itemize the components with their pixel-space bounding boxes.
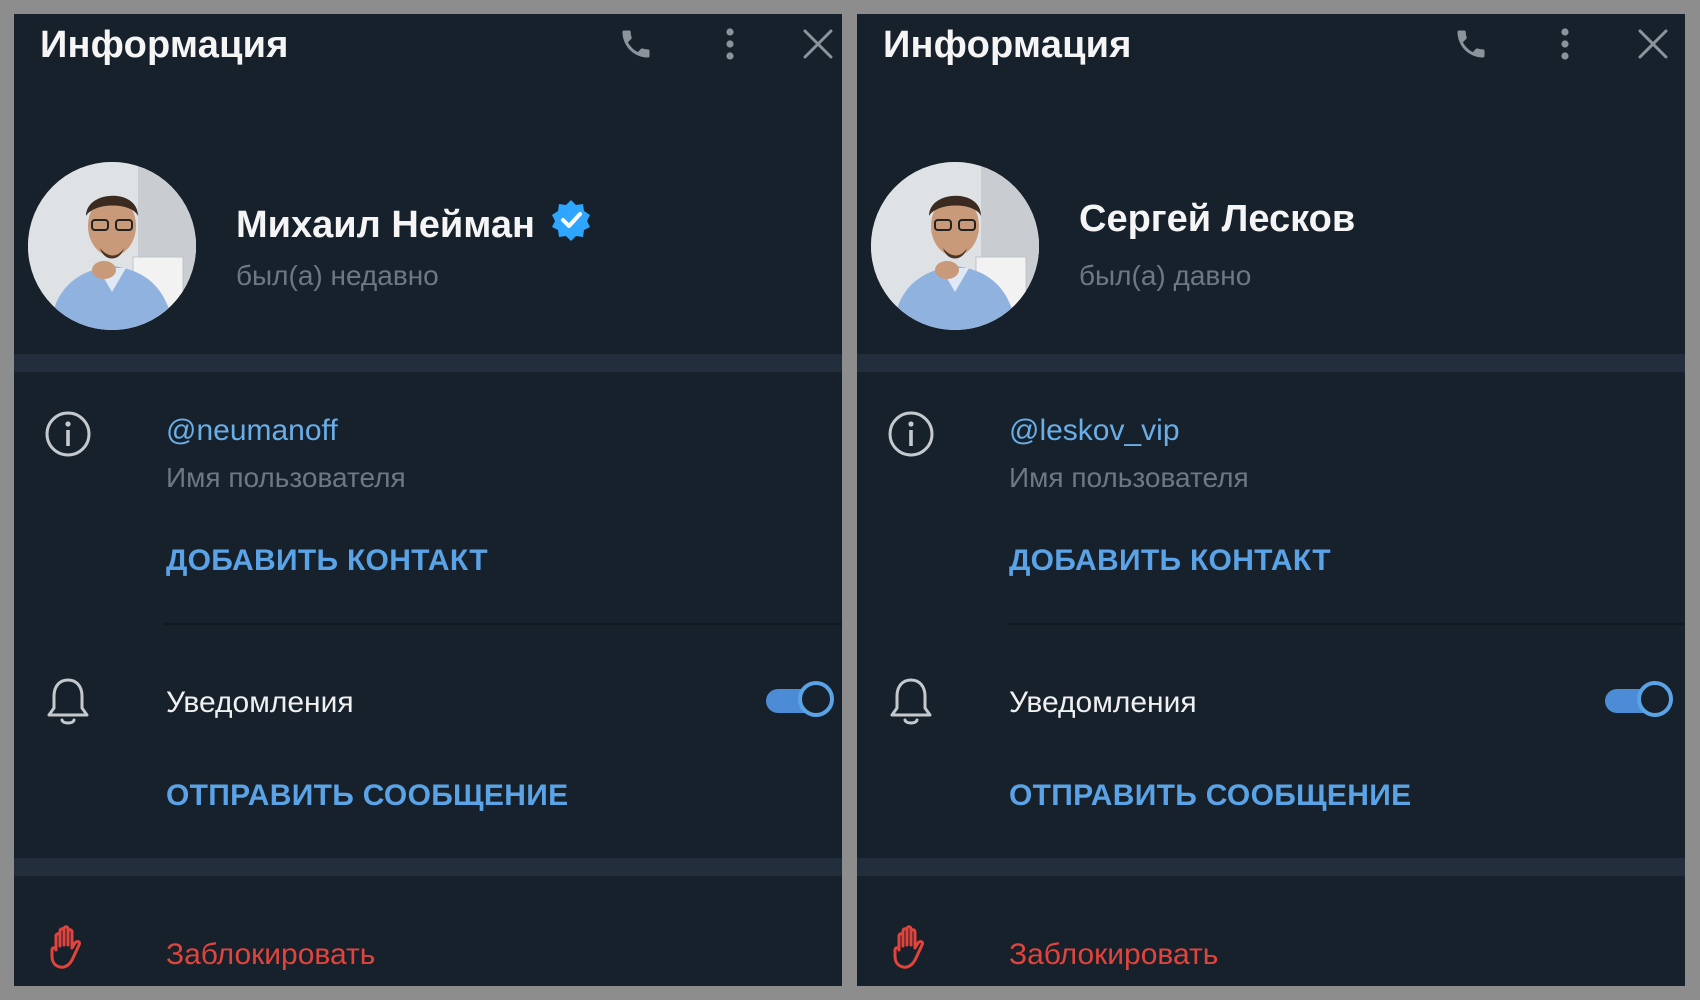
divider bbox=[1007, 623, 1685, 625]
avatar[interactable] bbox=[871, 162, 1039, 330]
section-separator bbox=[857, 858, 1685, 876]
section-separator bbox=[857, 354, 1685, 372]
phone-icon[interactable] bbox=[1449, 22, 1493, 66]
phone-icon[interactable] bbox=[614, 22, 658, 66]
profile-header: Сергей Лесков был(а) давно bbox=[857, 82, 1685, 368]
toggle-knob bbox=[1637, 681, 1673, 717]
info-icon bbox=[40, 406, 96, 462]
more-vertical-icon[interactable] bbox=[708, 22, 752, 66]
send-message-button[interactable]: ОТПРАВИТЬ СООБЩЕНИЕ bbox=[166, 779, 568, 813]
notifications-toggle[interactable] bbox=[764, 681, 834, 721]
last-seen-status: был(а) недавно bbox=[236, 260, 439, 291]
section-separator bbox=[14, 354, 842, 372]
profile-name-text: Сергей Лесков bbox=[1079, 198, 1356, 240]
panel-title: Информация bbox=[883, 24, 1132, 66]
bell-icon bbox=[883, 674, 939, 730]
block-user-button[interactable]: Заблокировать bbox=[1009, 938, 1218, 972]
block-user-button[interactable]: Заблокировать bbox=[166, 938, 375, 972]
last-seen-status: был(а) давно bbox=[1079, 260, 1252, 291]
username-label: Имя пользователя bbox=[166, 462, 406, 493]
block-hand-icon bbox=[883, 920, 939, 976]
username-link[interactable]: @neumanoff bbox=[166, 414, 338, 448]
notifications-label: Уведомления bbox=[166, 686, 354, 719]
send-message-button[interactable]: ОТПРАВИТЬ СООБЩЕНИЕ bbox=[1009, 779, 1411, 813]
panel-header: Информация bbox=[14, 14, 842, 82]
profile-name: Михаил Нейман bbox=[236, 198, 593, 252]
close-icon[interactable] bbox=[796, 22, 840, 66]
profile-panel-right: Информация Сергей Лесков был(а) давно @l… bbox=[857, 14, 1685, 986]
notifications-toggle[interactable] bbox=[1603, 681, 1673, 721]
more-vertical-icon[interactable] bbox=[1543, 22, 1587, 66]
username-link[interactable]: @leskov_vip bbox=[1009, 414, 1180, 448]
section-separator bbox=[14, 858, 842, 876]
panel-title: Информация bbox=[40, 24, 289, 66]
block-hand-icon bbox=[40, 920, 96, 976]
profile-name-text: Михаил Нейман bbox=[236, 203, 535, 246]
profile-name: Сергей Лесков bbox=[1079, 198, 1355, 241]
username-label: Имя пользователя bbox=[1009, 462, 1249, 493]
info-icon bbox=[883, 406, 939, 462]
toggle-knob bbox=[798, 681, 834, 717]
add-contact-button[interactable]: ДОБАВИТЬ КОНТАКТ bbox=[1009, 544, 1331, 578]
notifications-label: Уведомления bbox=[1009, 686, 1197, 719]
close-icon[interactable] bbox=[1631, 22, 1675, 66]
profile-header: Михаил Нейман был(а) недавно bbox=[14, 82, 842, 368]
profile-panel-left: Информация Михаил Нейман был(а) недавно … bbox=[14, 14, 842, 986]
verified-badge-icon bbox=[549, 198, 593, 252]
divider bbox=[164, 623, 842, 625]
bell-icon bbox=[40, 674, 96, 730]
add-contact-button[interactable]: ДОБАВИТЬ КОНТАКТ bbox=[166, 544, 488, 578]
panel-header: Информация bbox=[857, 14, 1685, 82]
avatar[interactable] bbox=[28, 162, 196, 330]
